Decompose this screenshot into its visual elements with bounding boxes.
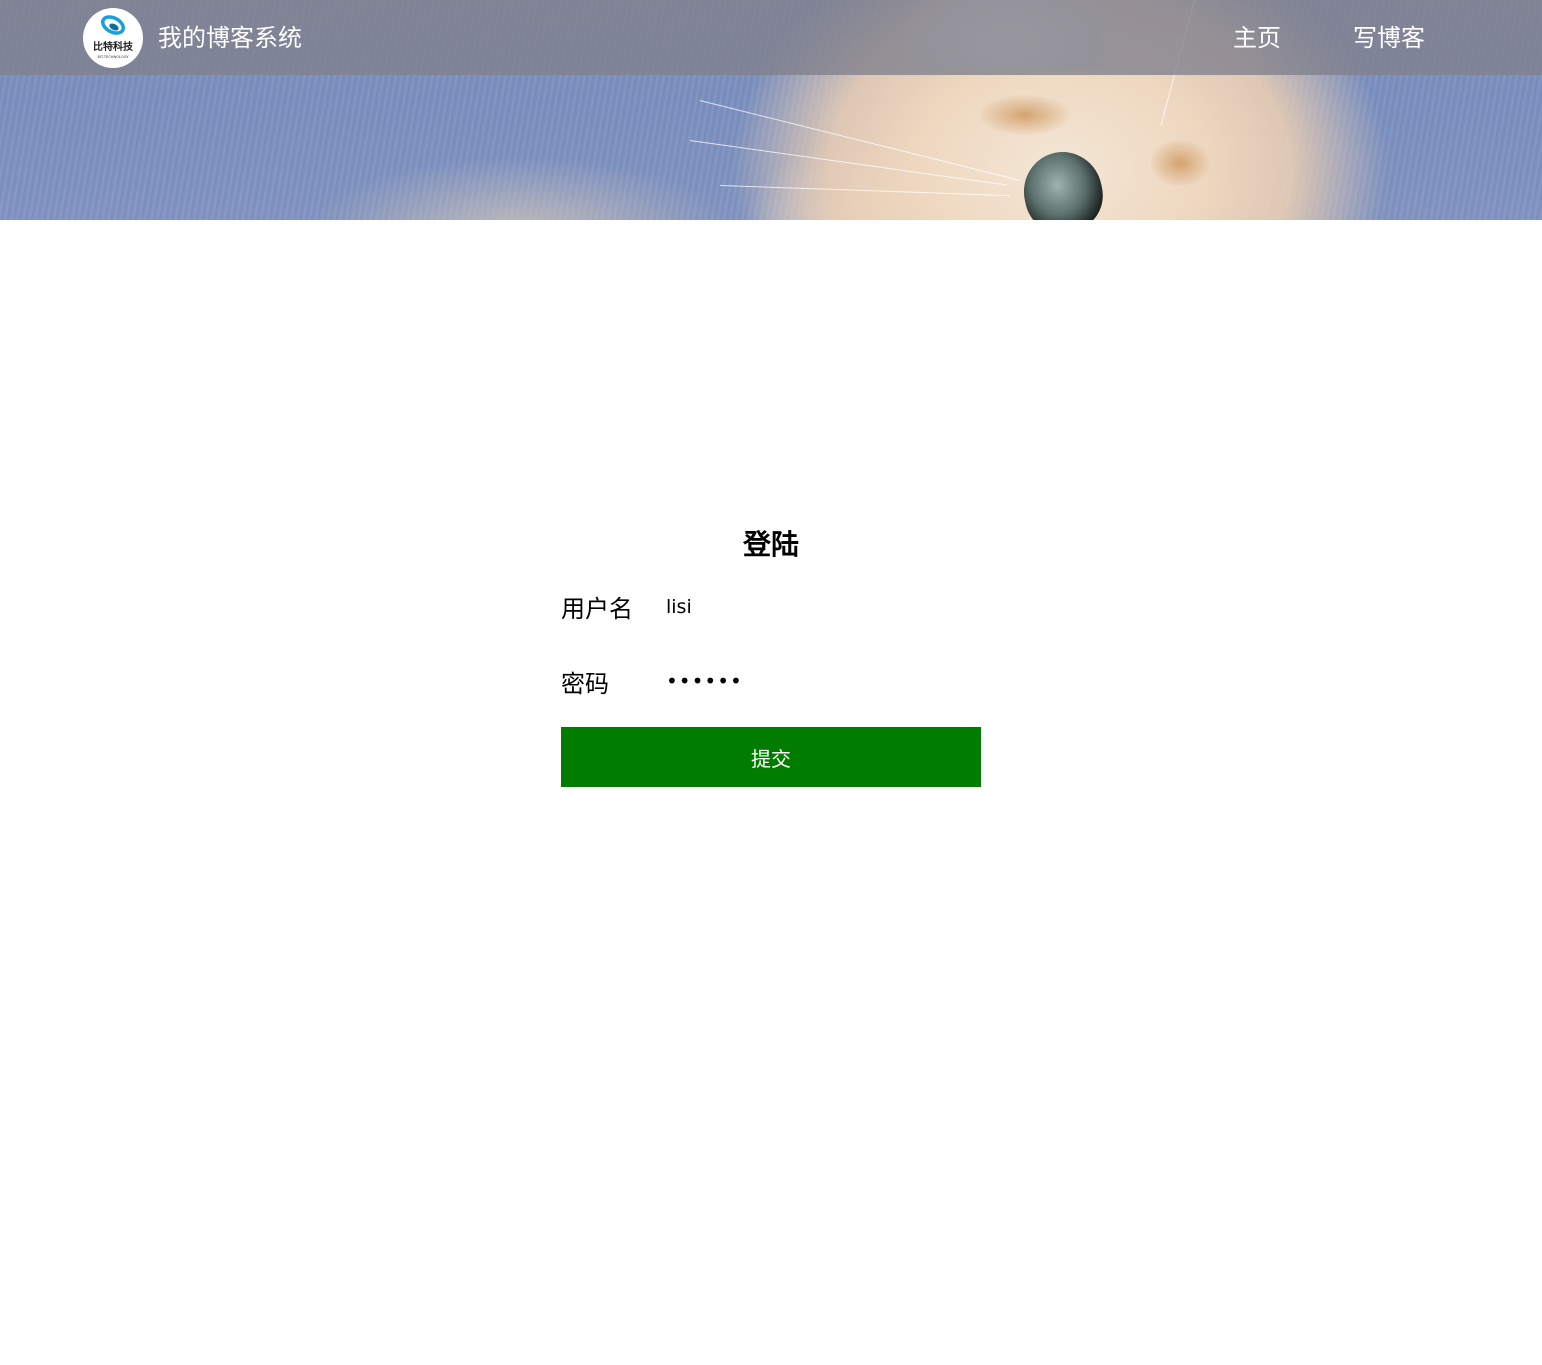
cat-whisker xyxy=(719,185,1010,197)
username-label: 用户名 xyxy=(561,595,633,623)
top-nav-bar: 比特科技 BIT-TECHNOLOGY 我的博客系统 主页 写博客 xyxy=(0,0,1542,75)
login-form: 登陆 用户名 密码 提交 xyxy=(561,525,981,787)
nav-link-home[interactable]: 主页 xyxy=(1233,22,1281,54)
cat-whisker xyxy=(699,100,1021,181)
password-input[interactable] xyxy=(663,665,966,697)
cat-fur-stripe xyxy=(1150,140,1210,186)
logo: 比特科技 BIT-TECHNOLOGY xyxy=(83,8,143,68)
cat-fur-stripe xyxy=(980,95,1070,135)
logo-text-en: BIT-TECHNOLOGY xyxy=(97,55,129,59)
submit-button[interactable]: 提交 xyxy=(561,727,981,787)
logo-emblem-icon: 比特科技 BIT-TECHNOLOGY xyxy=(93,15,134,59)
cat-eye-shape xyxy=(1016,144,1110,220)
site-title: 我的博客系统 xyxy=(158,24,302,52)
password-label: 密码 xyxy=(561,670,609,698)
username-input[interactable] xyxy=(663,591,966,623)
logo-text-cn: 比特科技 xyxy=(93,40,134,53)
cat-whisker xyxy=(689,140,1007,186)
nav-link-write-blog[interactable]: 写博客 xyxy=(1353,22,1425,54)
login-title: 登陆 xyxy=(742,528,799,561)
page: 比特科技 BIT-TECHNOLOGY 我的博客系统 主页 写博客 登陆 用户名… xyxy=(0,0,1542,1365)
